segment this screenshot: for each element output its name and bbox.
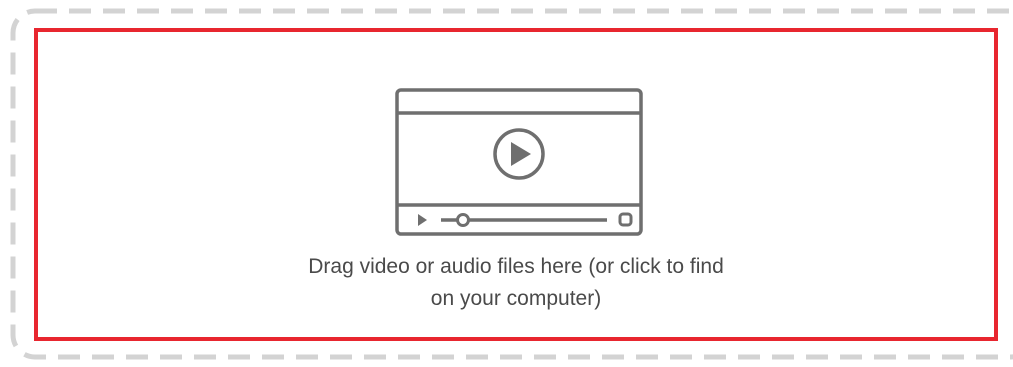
- instruction-line-1: Drag video or audio files here (or click…: [308, 255, 724, 278]
- dropzone-instructions: Drag video or audio files here (or click…: [38, 251, 994, 315]
- video-player-icon: [395, 88, 643, 236]
- drop-target-area[interactable]: Drag video or audio files here (or click…: [34, 28, 998, 341]
- instruction-line-2: on your computer): [430, 287, 602, 310]
